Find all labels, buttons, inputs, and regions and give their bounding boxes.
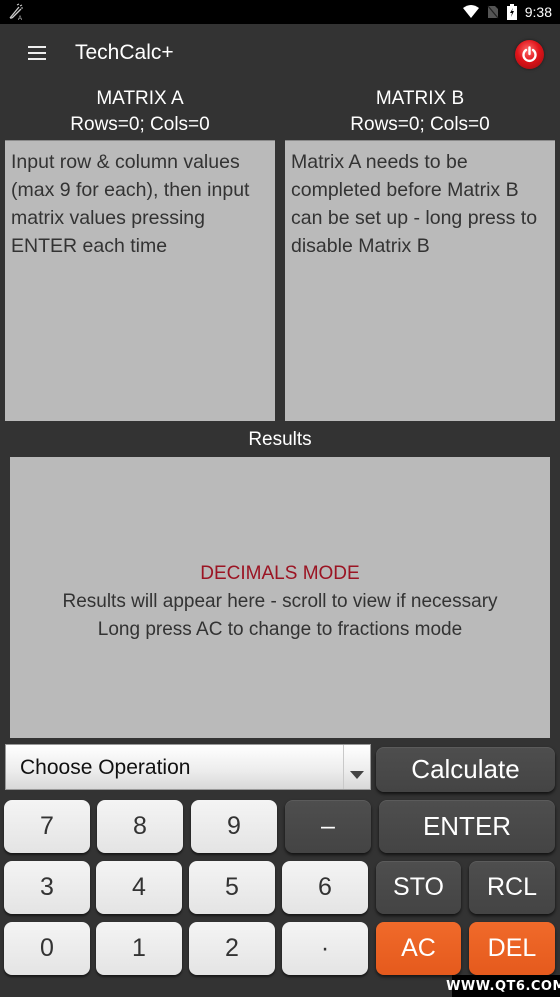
no-sim-icon [487, 5, 499, 19]
wifi-icon [462, 5, 479, 18]
matrix-b-title: MATRIX B [375, 88, 465, 109]
power-button[interactable] [515, 40, 544, 69]
key-5[interactable]: 5 [189, 861, 275, 914]
sto-button[interactable]: STO [376, 861, 461, 914]
select-divider [343, 745, 344, 789]
minus-key[interactable]: – [285, 800, 371, 853]
key-4[interactable]: 4 [96, 861, 182, 914]
results-hint-2: Long press AC to change to fractions mod… [97, 618, 463, 640]
key-1[interactable]: 1 [96, 922, 182, 975]
svg-text:A: A [18, 16, 22, 21]
matrix-b-dims: Rows=0; Cols=0 [350, 114, 490, 135]
key-9[interactable]: 9 [191, 800, 277, 853]
menu-icon[interactable] [28, 46, 46, 60]
ac-button[interactable]: AC [376, 922, 461, 975]
results-hint-1: Results will appear here - scroll to vie… [62, 590, 498, 612]
operation-select[interactable]: Choose Operation [5, 744, 371, 790]
key-8[interactable]: 8 [97, 800, 183, 853]
enter-button[interactable]: ENTER [379, 800, 555, 853]
battery-charging-icon [506, 4, 517, 20]
matrix-a-dims: Rows=0; Cols=0 [70, 114, 210, 135]
results-panel[interactable]: DECIMALS MODE Results will appear here -… [10, 457, 550, 738]
power-icon [522, 46, 537, 62]
status-bar: A 9:38 [0, 0, 560, 24]
matrix-b-header: MATRIX B Rows=0; Cols=0 [280, 86, 560, 138]
key-0[interactable]: 0 [4, 922, 90, 975]
key-6[interactable]: 6 [282, 861, 368, 914]
matrix-b-panel[interactable]: Matrix A needs to be completed before Ma… [285, 140, 555, 421]
status-time: 9:38 [524, 4, 552, 20]
debug-icon: A [9, 3, 23, 21]
app-bar: TechCalc+ [0, 24, 560, 84]
del-button[interactable]: DEL [469, 922, 555, 975]
decimal-point-key[interactable]: · [282, 922, 368, 975]
matrix-a-panel[interactable]: Input row & column values (max 9 for eac… [5, 140, 275, 421]
matrix-a-header: MATRIX A Rows=0; Cols=0 [0, 86, 280, 138]
matrix-a-title: MATRIX A [96, 88, 184, 109]
rcl-button[interactable]: RCL [469, 861, 555, 914]
key-7[interactable]: 7 [4, 800, 90, 853]
watermark: WWW.QT6.COM [446, 975, 560, 997]
key-2[interactable]: 2 [189, 922, 275, 975]
results-mode: DECIMALS MODE [200, 562, 360, 584]
key-3[interactable]: 3 [4, 861, 90, 914]
results-title: Results [248, 429, 312, 450]
calculate-button[interactable]: Calculate [376, 747, 555, 792]
chevron-down-icon [350, 771, 364, 779]
operation-select-value: Choose Operation [20, 756, 191, 779]
app-title: TechCalc+ [75, 41, 174, 64]
